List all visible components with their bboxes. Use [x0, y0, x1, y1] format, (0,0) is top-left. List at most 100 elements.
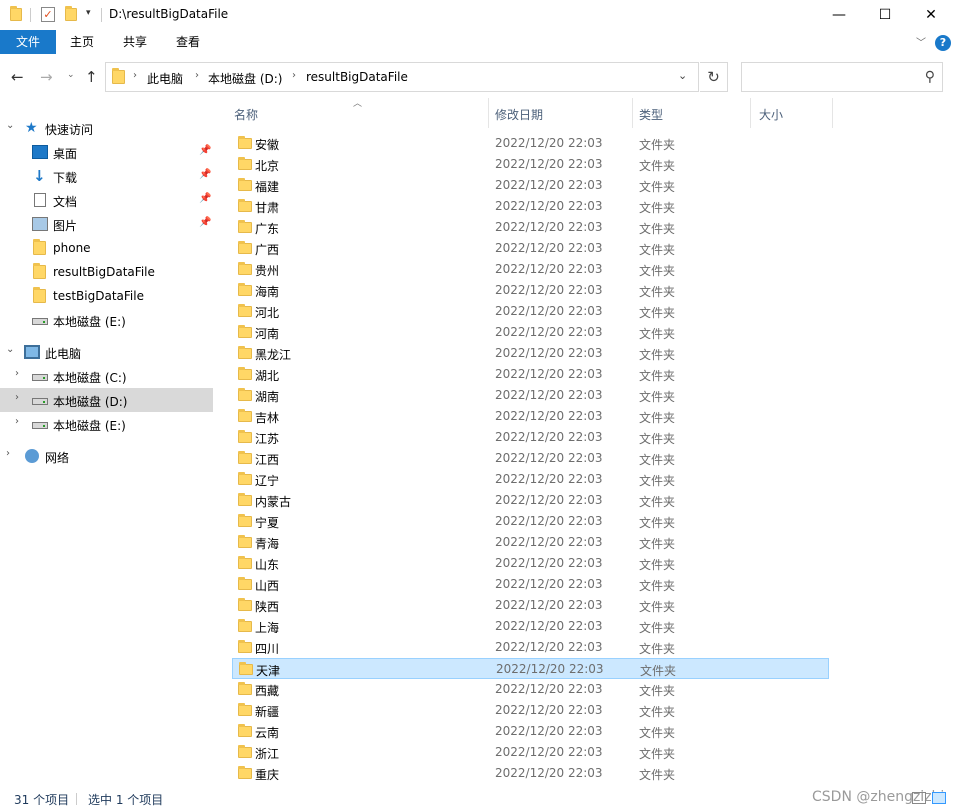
table-row[interactable]: 海南 2022/12/20 22:03 文件夹: [232, 280, 829, 301]
tab-view[interactable]: 查看: [166, 30, 210, 54]
column-header-date[interactable]: 修改日期: [489, 98, 633, 128]
table-row[interactable]: 浙江 2022/12/20 22:03 文件夹: [232, 742, 829, 763]
help-button[interactable]: ?: [935, 35, 951, 51]
nav-item-resultbigdatafile[interactable]: resultBigDataFile: [0, 260, 213, 284]
nav-item-documents[interactable]: 文档 📌: [0, 188, 213, 212]
file-name: 陕西: [255, 600, 280, 614]
file-date: 2022/12/20 22:03: [495, 745, 603, 759]
nav-item-drive-d[interactable]: › 本地磁盘 (D:): [0, 388, 213, 412]
tab-share[interactable]: 共享: [113, 30, 157, 54]
nav-item-downloads[interactable]: ↓ 下载 📌: [0, 164, 213, 188]
nav-item-desktop[interactable]: 桌面 📌: [0, 140, 213, 164]
table-row[interactable]: 吉林 2022/12/20 22:03 文件夹: [232, 406, 829, 427]
new-folder-icon[interactable]: [65, 6, 77, 21]
table-row[interactable]: 青海 2022/12/20 22:03 文件夹: [232, 532, 829, 553]
nav-item-testbigdatafile[interactable]: testBigDataFile: [0, 284, 213, 308]
file-date: 2022/12/20 22:03: [495, 136, 603, 150]
expand-ribbon-icon[interactable]: ﹀: [916, 34, 926, 49]
table-row[interactable]: 云南 2022/12/20 22:03 文件夹: [232, 721, 829, 742]
table-row[interactable]: 湖北 2022/12/20 22:03 文件夹: [232, 364, 829, 385]
nav-label: 本地磁盘 (C:): [53, 371, 127, 385]
tab-file[interactable]: 文件: [0, 30, 56, 54]
table-row[interactable]: 山东 2022/12/20 22:03 文件夹: [232, 553, 829, 574]
nav-item-phone[interactable]: phone: [0, 236, 213, 260]
breadcrumb-current-folder[interactable]: resultBigDataFile: [306, 70, 408, 84]
forward-button[interactable]: →: [40, 68, 53, 86]
table-row[interactable]: 安徽 2022/12/20 22:03 文件夹: [232, 133, 829, 154]
table-row[interactable]: 甘肃 2022/12/20 22:03 文件夹: [232, 196, 829, 217]
column-header-size[interactable]: 大小: [751, 98, 833, 128]
folder-icon: [238, 619, 252, 632]
table-row[interactable]: 河南 2022/12/20 22:03 文件夹: [232, 322, 829, 343]
table-row[interactable]: 江苏 2022/12/20 22:03 文件夹: [232, 427, 829, 448]
table-row[interactable]: 西藏 2022/12/20 22:03 文件夹: [232, 679, 829, 700]
chevron-right-icon[interactable]: ›: [15, 368, 19, 379]
nav-item-pictures[interactable]: 图片 📌: [0, 212, 213, 236]
pin-icon[interactable]: 📌: [199, 217, 211, 228]
column-divider[interactable]: [832, 98, 833, 128]
nav-quick-access[interactable]: ⌄ ★ 快速访问: [0, 116, 213, 140]
table-row[interactable]: 宁夏 2022/12/20 22:03 文件夹: [232, 511, 829, 532]
chevron-right-icon[interactable]: ›: [15, 416, 19, 427]
close-button[interactable]: ✕: [908, 0, 954, 30]
table-row[interactable]: 辽宁 2022/12/20 22:03 文件夹: [232, 469, 829, 490]
address-bar[interactable]: › 此电脑 › 本地磁盘 (D:) › resultBigDataFile ⌄: [105, 62, 699, 92]
table-row[interactable]: 湖南 2022/12/20 22:03 文件夹: [232, 385, 829, 406]
file-name: 安徽: [255, 138, 280, 152]
table-row[interactable]: 内蒙古 2022/12/20 22:03 文件夹: [232, 490, 829, 511]
nav-this-pc[interactable]: ⌄ 此电脑: [0, 340, 213, 364]
column-header-type[interactable]: 类型: [633, 98, 751, 128]
table-row[interactable]: 四川 2022/12/20 22:03 文件夹: [232, 637, 829, 658]
details-view-icon[interactable]: [912, 792, 926, 804]
folder-icon: [33, 287, 46, 303]
folder-icon: [238, 535, 252, 548]
table-row[interactable]: 广西 2022/12/20 22:03 文件夹: [232, 238, 829, 259]
chevron-down-icon[interactable]: ⌄: [678, 69, 687, 82]
nav-item-drive-e[interactable]: › 本地磁盘 (E:): [0, 412, 213, 436]
chevron-down-icon[interactable]: ⌄: [6, 120, 14, 131]
table-row[interactable]: 江西 2022/12/20 22:03 文件夹: [232, 448, 829, 469]
table-row[interactable]: 河北 2022/12/20 22:03 文件夹: [232, 301, 829, 322]
file-type: 文件夹: [639, 537, 676, 551]
chevron-down-icon[interactable]: ⌄: [6, 344, 14, 355]
minimize-button[interactable]: —: [816, 0, 862, 30]
pin-icon[interactable]: 📌: [199, 193, 211, 204]
chevron-right-icon[interactable]: ›: [15, 392, 19, 403]
nav-item-drive-e-quick[interactable]: 本地磁盘 (E:): [0, 308, 213, 332]
up-button[interactable]: ↑: [85, 68, 98, 86]
maximize-button[interactable]: ☐: [862, 0, 908, 30]
tab-home[interactable]: 主页: [60, 30, 104, 54]
folder-icon: [238, 241, 252, 254]
breadcrumb-this-pc[interactable]: 此电脑: [147, 70, 183, 87]
recent-locations-icon[interactable]: ⌄: [67, 70, 75, 80]
customize-toolbar-icon[interactable]: ▾: [86, 8, 91, 18]
refresh-button[interactable]: ↻: [700, 62, 728, 92]
table-row[interactable]: 山西 2022/12/20 22:03 文件夹: [232, 574, 829, 595]
file-type: 文件夹: [639, 558, 676, 572]
table-row[interactable]: 重庆 2022/12/20 22:03 文件夹: [232, 763, 829, 784]
breadcrumb-drive-d[interactable]: 本地磁盘 (D:): [208, 70, 282, 87]
search-icon[interactable]: ⚲: [925, 69, 935, 85]
table-row[interactable]: 福建 2022/12/20 22:03 文件夹: [232, 175, 829, 196]
table-row[interactable]: 北京 2022/12/20 22:03 文件夹: [232, 154, 829, 175]
table-row[interactable]: 新疆 2022/12/20 22:03 文件夹: [232, 700, 829, 721]
large-icons-view-icon[interactable]: [932, 792, 946, 804]
column-header-name[interactable]: ︿ 名称: [228, 98, 489, 128]
table-row[interactable]: 天津 2022/12/20 22:03 文件夹: [232, 658, 829, 679]
search-input[interactable]: ⚲: [741, 62, 943, 92]
nav-item-drive-c[interactable]: › 本地磁盘 (C:): [0, 364, 213, 388]
pin-icon[interactable]: 📌: [199, 169, 211, 180]
chevron-right-icon[interactable]: ›: [6, 448, 10, 459]
pin-icon[interactable]: 📌: [199, 145, 211, 156]
nav-network[interactable]: › 网络: [0, 444, 213, 468]
table-row[interactable]: 黑龙江 2022/12/20 22:03 文件夹: [232, 343, 829, 364]
table-row[interactable]: 上海 2022/12/20 22:03 文件夹: [232, 616, 829, 637]
drive-icon: [32, 398, 48, 405]
properties-icon[interactable]: ✓: [41, 7, 55, 22]
table-row[interactable]: 贵州 2022/12/20 22:03 文件夹: [232, 259, 829, 280]
back-button[interactable]: ←: [11, 68, 24, 86]
nav-label: 快速访问: [45, 123, 94, 137]
file-name: 云南: [255, 726, 280, 740]
table-row[interactable]: 广东 2022/12/20 22:03 文件夹: [232, 217, 829, 238]
table-row[interactable]: 陕西 2022/12/20 22:03 文件夹: [232, 595, 829, 616]
